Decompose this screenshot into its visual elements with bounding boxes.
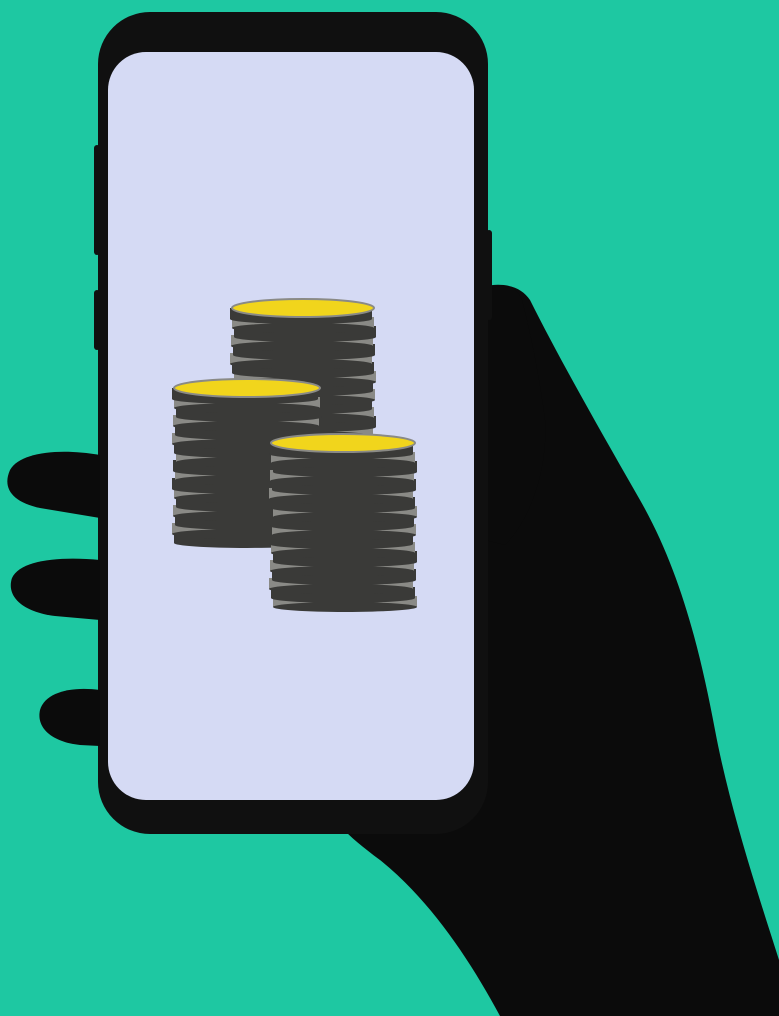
coin-rim (273, 467, 417, 477)
coin-rim (269, 539, 413, 549)
side-button (94, 290, 100, 350)
coin-rim (232, 323, 374, 333)
coin-rim (270, 566, 414, 576)
coin-stack-icon (269, 433, 417, 612)
coin-rim (233, 350, 375, 360)
coin-rim (272, 530, 416, 540)
hand-holding-phone-illustration (0, 0, 779, 1016)
coin-rim (270, 476, 414, 486)
coin-rim (271, 548, 415, 558)
coin-rim (269, 494, 413, 504)
volume-button (94, 145, 100, 255)
coin-rim (271, 458, 415, 468)
coin-rim (271, 503, 415, 513)
coin-rim (272, 575, 416, 585)
coin-top (173, 378, 321, 398)
power-button (486, 230, 492, 320)
coin-rim (174, 403, 320, 413)
coin-top (231, 298, 375, 318)
coin-rim (230, 359, 372, 369)
coin-rim (272, 485, 416, 495)
coin-rim (176, 412, 322, 422)
coin-rim (273, 602, 417, 612)
coin-rim (173, 421, 319, 431)
coin-rim (269, 584, 413, 594)
coin-rim (231, 341, 373, 351)
coin-top (270, 433, 416, 453)
illustration (0, 0, 779, 1016)
coin-rim (273, 512, 417, 522)
coin-rim (234, 332, 376, 342)
coin-rim (270, 521, 414, 531)
coin-rim (232, 368, 374, 378)
coin-rim (273, 557, 417, 567)
coin-rim (271, 593, 415, 603)
